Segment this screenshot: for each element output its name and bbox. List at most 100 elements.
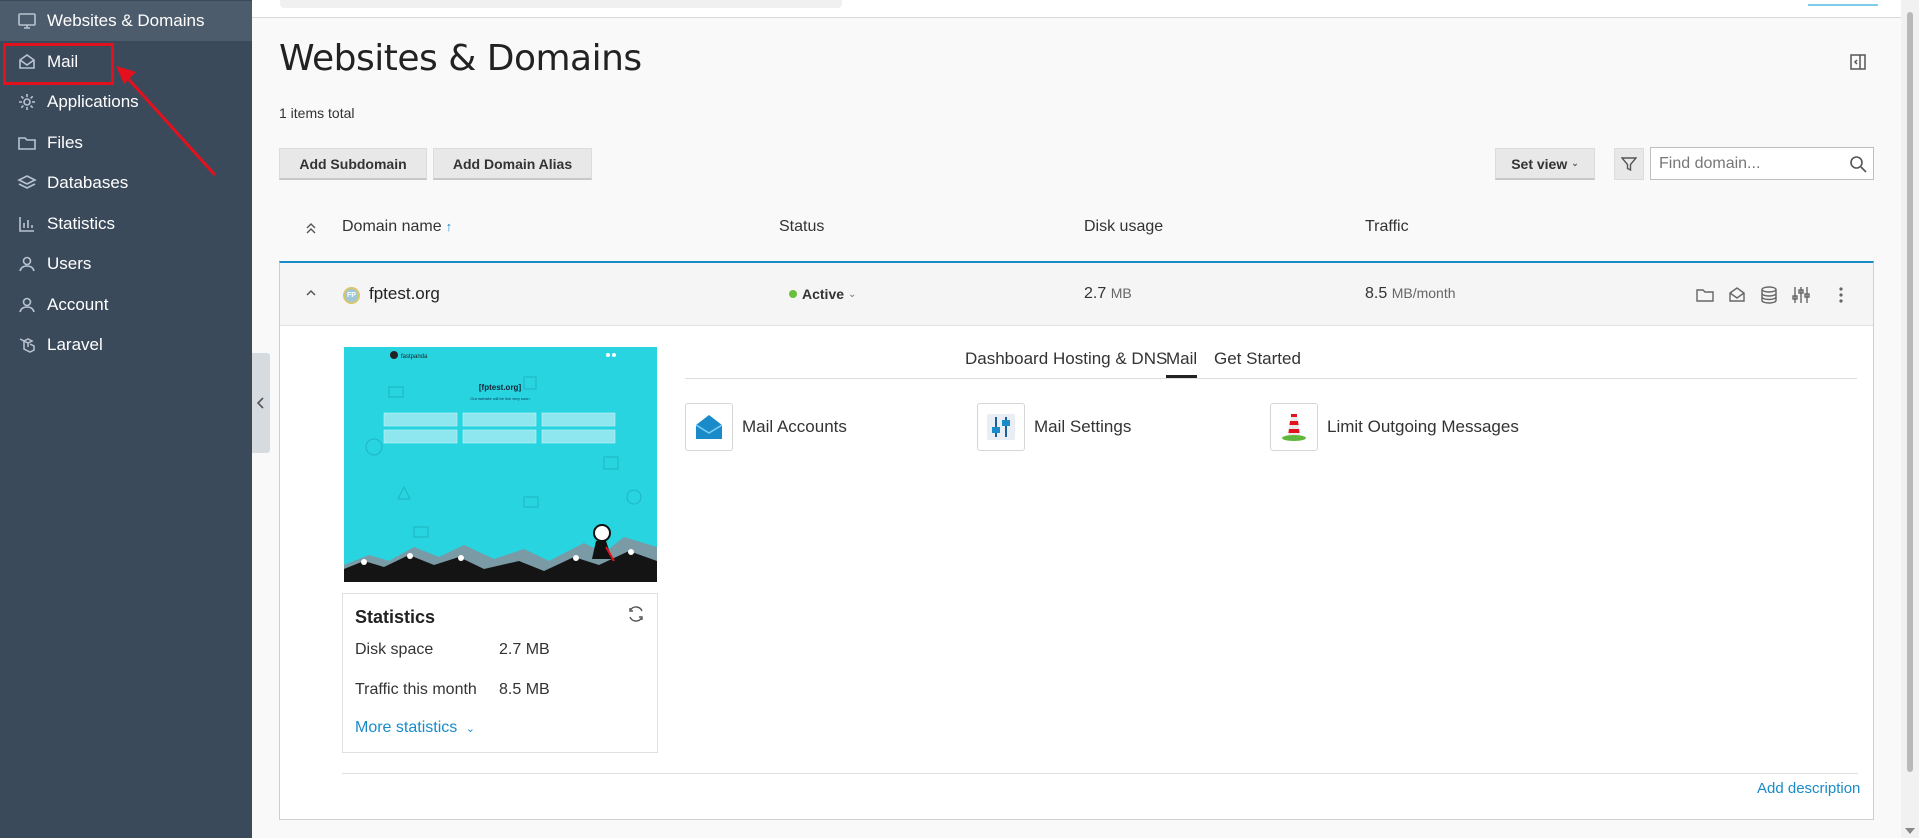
mail-accounts-label: Mail Accounts bbox=[742, 417, 847, 436]
global-search-stub[interactable] bbox=[280, 0, 842, 8]
disk-usage-value: 2.7 MB bbox=[1084, 285, 1132, 303]
logo-stub bbox=[1808, 0, 1878, 6]
sidebar-item-websites-domains[interactable]: Websites & Domains bbox=[0, 1, 252, 41]
page-scrollbar[interactable] bbox=[1901, 0, 1919, 838]
mail-accounts-icon bbox=[685, 403, 733, 451]
domain-card: FP fptest.org Active ⌄ 2.7 MB 8.5 MB/mon… bbox=[279, 261, 1874, 820]
more-statistics-label: More statistics bbox=[355, 719, 458, 736]
filter-button[interactable] bbox=[1614, 148, 1644, 180]
preview-brand: fastpanda bbox=[401, 354, 428, 360]
mail-accounts-tool[interactable]: Mail Accounts bbox=[685, 403, 847, 451]
scrollbar-thumb[interactable] bbox=[1907, 12, 1913, 772]
tab-get-started[interactable]: Get Started bbox=[1214, 349, 1301, 378]
sidebar-item-label: Laravel bbox=[47, 335, 103, 354]
bar-chart-icon bbox=[19, 217, 34, 232]
scroll-down-arrow[interactable] bbox=[1905, 828, 1915, 834]
database-icon bbox=[17, 175, 37, 189]
more-vertical-icon[interactable] bbox=[1831, 285, 1851, 305]
domain-search-box[interactable] bbox=[1650, 147, 1874, 180]
column-header-disk-usage[interactable]: Disk usage bbox=[1084, 218, 1163, 236]
database-icon[interactable] bbox=[1759, 285, 1779, 305]
lighthouse-icon bbox=[1270, 403, 1318, 451]
mail-settings-tool[interactable]: Mail Settings bbox=[977, 403, 1131, 451]
limit-outgoing-messages-label: Limit Outgoing Messages bbox=[1327, 417, 1519, 436]
disk-number: 2.7 bbox=[1084, 285, 1107, 302]
status-dropdown[interactable]: Active ⌄ bbox=[789, 286, 856, 302]
sidebar-collapse-handle[interactable] bbox=[252, 353, 270, 453]
gear-icon bbox=[19, 94, 35, 110]
traffic-value: 8.5 MB/month bbox=[1365, 285, 1456, 303]
laravel-icon bbox=[19, 338, 35, 353]
sidebar-item-laravel[interactable]: Laravel bbox=[0, 325, 252, 365]
disk-space-value: 2.7 MB bbox=[499, 641, 550, 658]
status-label: Active bbox=[802, 286, 845, 302]
website-preview-image: fastpanda [fptest.org] Our website will … bbox=[344, 347, 657, 582]
sidebar-item-label: Account bbox=[47, 295, 109, 314]
sidebar-item-users[interactable]: Users bbox=[0, 244, 252, 284]
tab-hosting-dns[interactable]: Hosting & DNS bbox=[1053, 349, 1167, 378]
chevron-down-icon: ⌄ bbox=[848, 288, 857, 300]
traffic-month-value: 8.5 MB bbox=[499, 681, 550, 698]
column-header-label: Domain name bbox=[342, 218, 442, 235]
domain-tabs: Dashboard Hosting & DNS Mail Get Started bbox=[685, 349, 1857, 379]
statistics-title: Statistics bbox=[355, 607, 436, 627]
add-subdomain-button[interactable]: Add Subdomain bbox=[279, 148, 427, 180]
traffic-unit: MB/month bbox=[1391, 285, 1456, 301]
items-total: 1 items total bbox=[279, 105, 355, 121]
settings-sliders-icon[interactable] bbox=[1791, 285, 1811, 305]
domain-row[interactable]: FP fptest.org Active ⌄ 2.7 MB 8.5 MB/mon… bbox=[280, 263, 1873, 326]
filter-icon bbox=[1621, 157, 1637, 172]
mail-settings-icon bbox=[977, 403, 1025, 451]
sort-ascending-icon: ↑ bbox=[445, 219, 453, 234]
set-view-button[interactable]: Set view ⌄ bbox=[1495, 148, 1595, 180]
status-dot bbox=[789, 290, 797, 298]
website-preview[interactable]: fastpanda [fptest.org] Our website will … bbox=[344, 347, 657, 582]
top-bar bbox=[252, 0, 1901, 18]
tab-dashboard[interactable]: Dashboard bbox=[965, 349, 1048, 378]
row-actions bbox=[1695, 285, 1851, 305]
sidebar-item-label: Statistics bbox=[47, 214, 116, 233]
user-icon bbox=[19, 256, 35, 272]
mail-icon[interactable] bbox=[1727, 285, 1747, 305]
limit-outgoing-messages-tool[interactable]: Limit Outgoing Messages bbox=[1270, 403, 1519, 451]
traffic-number: 8.5 bbox=[1365, 285, 1388, 302]
traffic-month-label: Traffic this month bbox=[355, 681, 477, 698]
sidebar-item-label: Users bbox=[47, 254, 92, 273]
red-arrow-annotation bbox=[116, 66, 217, 177]
domain-search-input[interactable] bbox=[1659, 154, 1839, 173]
chevron-down-icon: ⌄ bbox=[1571, 158, 1579, 168]
set-view-label: Set view bbox=[1511, 155, 1568, 172]
panel-toggle-icon[interactable] bbox=[1849, 53, 1867, 71]
more-statistics-link[interactable]: More statistics ⌄ bbox=[355, 719, 475, 737]
tab-mail[interactable]: Mail bbox=[1166, 349, 1198, 378]
column-header-status[interactable]: Status bbox=[779, 218, 824, 236]
preview-title: [fptest.org] bbox=[479, 383, 522, 392]
disk-space-label: Disk space bbox=[355, 641, 434, 658]
row-collapse-icon[interactable] bbox=[305, 287, 317, 299]
refresh-icon[interactable] bbox=[627, 605, 645, 623]
sidebar-item-account[interactable]: Account bbox=[0, 285, 252, 325]
mail-settings-label: Mail Settings bbox=[1034, 417, 1132, 436]
column-header-traffic[interactable]: Traffic bbox=[1365, 218, 1409, 236]
folder-icon bbox=[18, 137, 36, 150]
sidebar-item-label: Websites & Domains bbox=[47, 11, 205, 30]
statistics-box: Statistics Disk space 2.7 MB Traffic thi… bbox=[342, 593, 658, 753]
search-icon[interactable] bbox=[1849, 155, 1867, 173]
disk-unit: MB bbox=[1110, 285, 1132, 301]
mail-highlight-box bbox=[3, 43, 114, 85]
add-domain-alias-button[interactable]: Add Domain Alias bbox=[433, 148, 592, 180]
chevron-down-icon: ⌄ bbox=[465, 723, 475, 735]
file-manager-icon[interactable] bbox=[1695, 285, 1715, 305]
card-divider bbox=[342, 773, 1858, 774]
sidebar-item-statistics[interactable]: Statistics bbox=[0, 204, 252, 244]
domain-name-link[interactable]: fptest.org bbox=[369, 284, 440, 304]
column-header-domain[interactable]: Domain name ↑ bbox=[342, 218, 452, 236]
page-title: Websites & Domains bbox=[279, 38, 642, 79]
collapse-all-icon[interactable] bbox=[304, 221, 318, 235]
chevron-left-icon bbox=[257, 397, 264, 409]
add-description-link[interactable]: Add description bbox=[1757, 780, 1860, 797]
account-icon bbox=[19, 297, 35, 313]
monitor-icon bbox=[18, 13, 36, 29]
domain-favicon: FP bbox=[343, 287, 360, 304]
preview-subtitle: Our website will be live very soon bbox=[470, 396, 529, 401]
